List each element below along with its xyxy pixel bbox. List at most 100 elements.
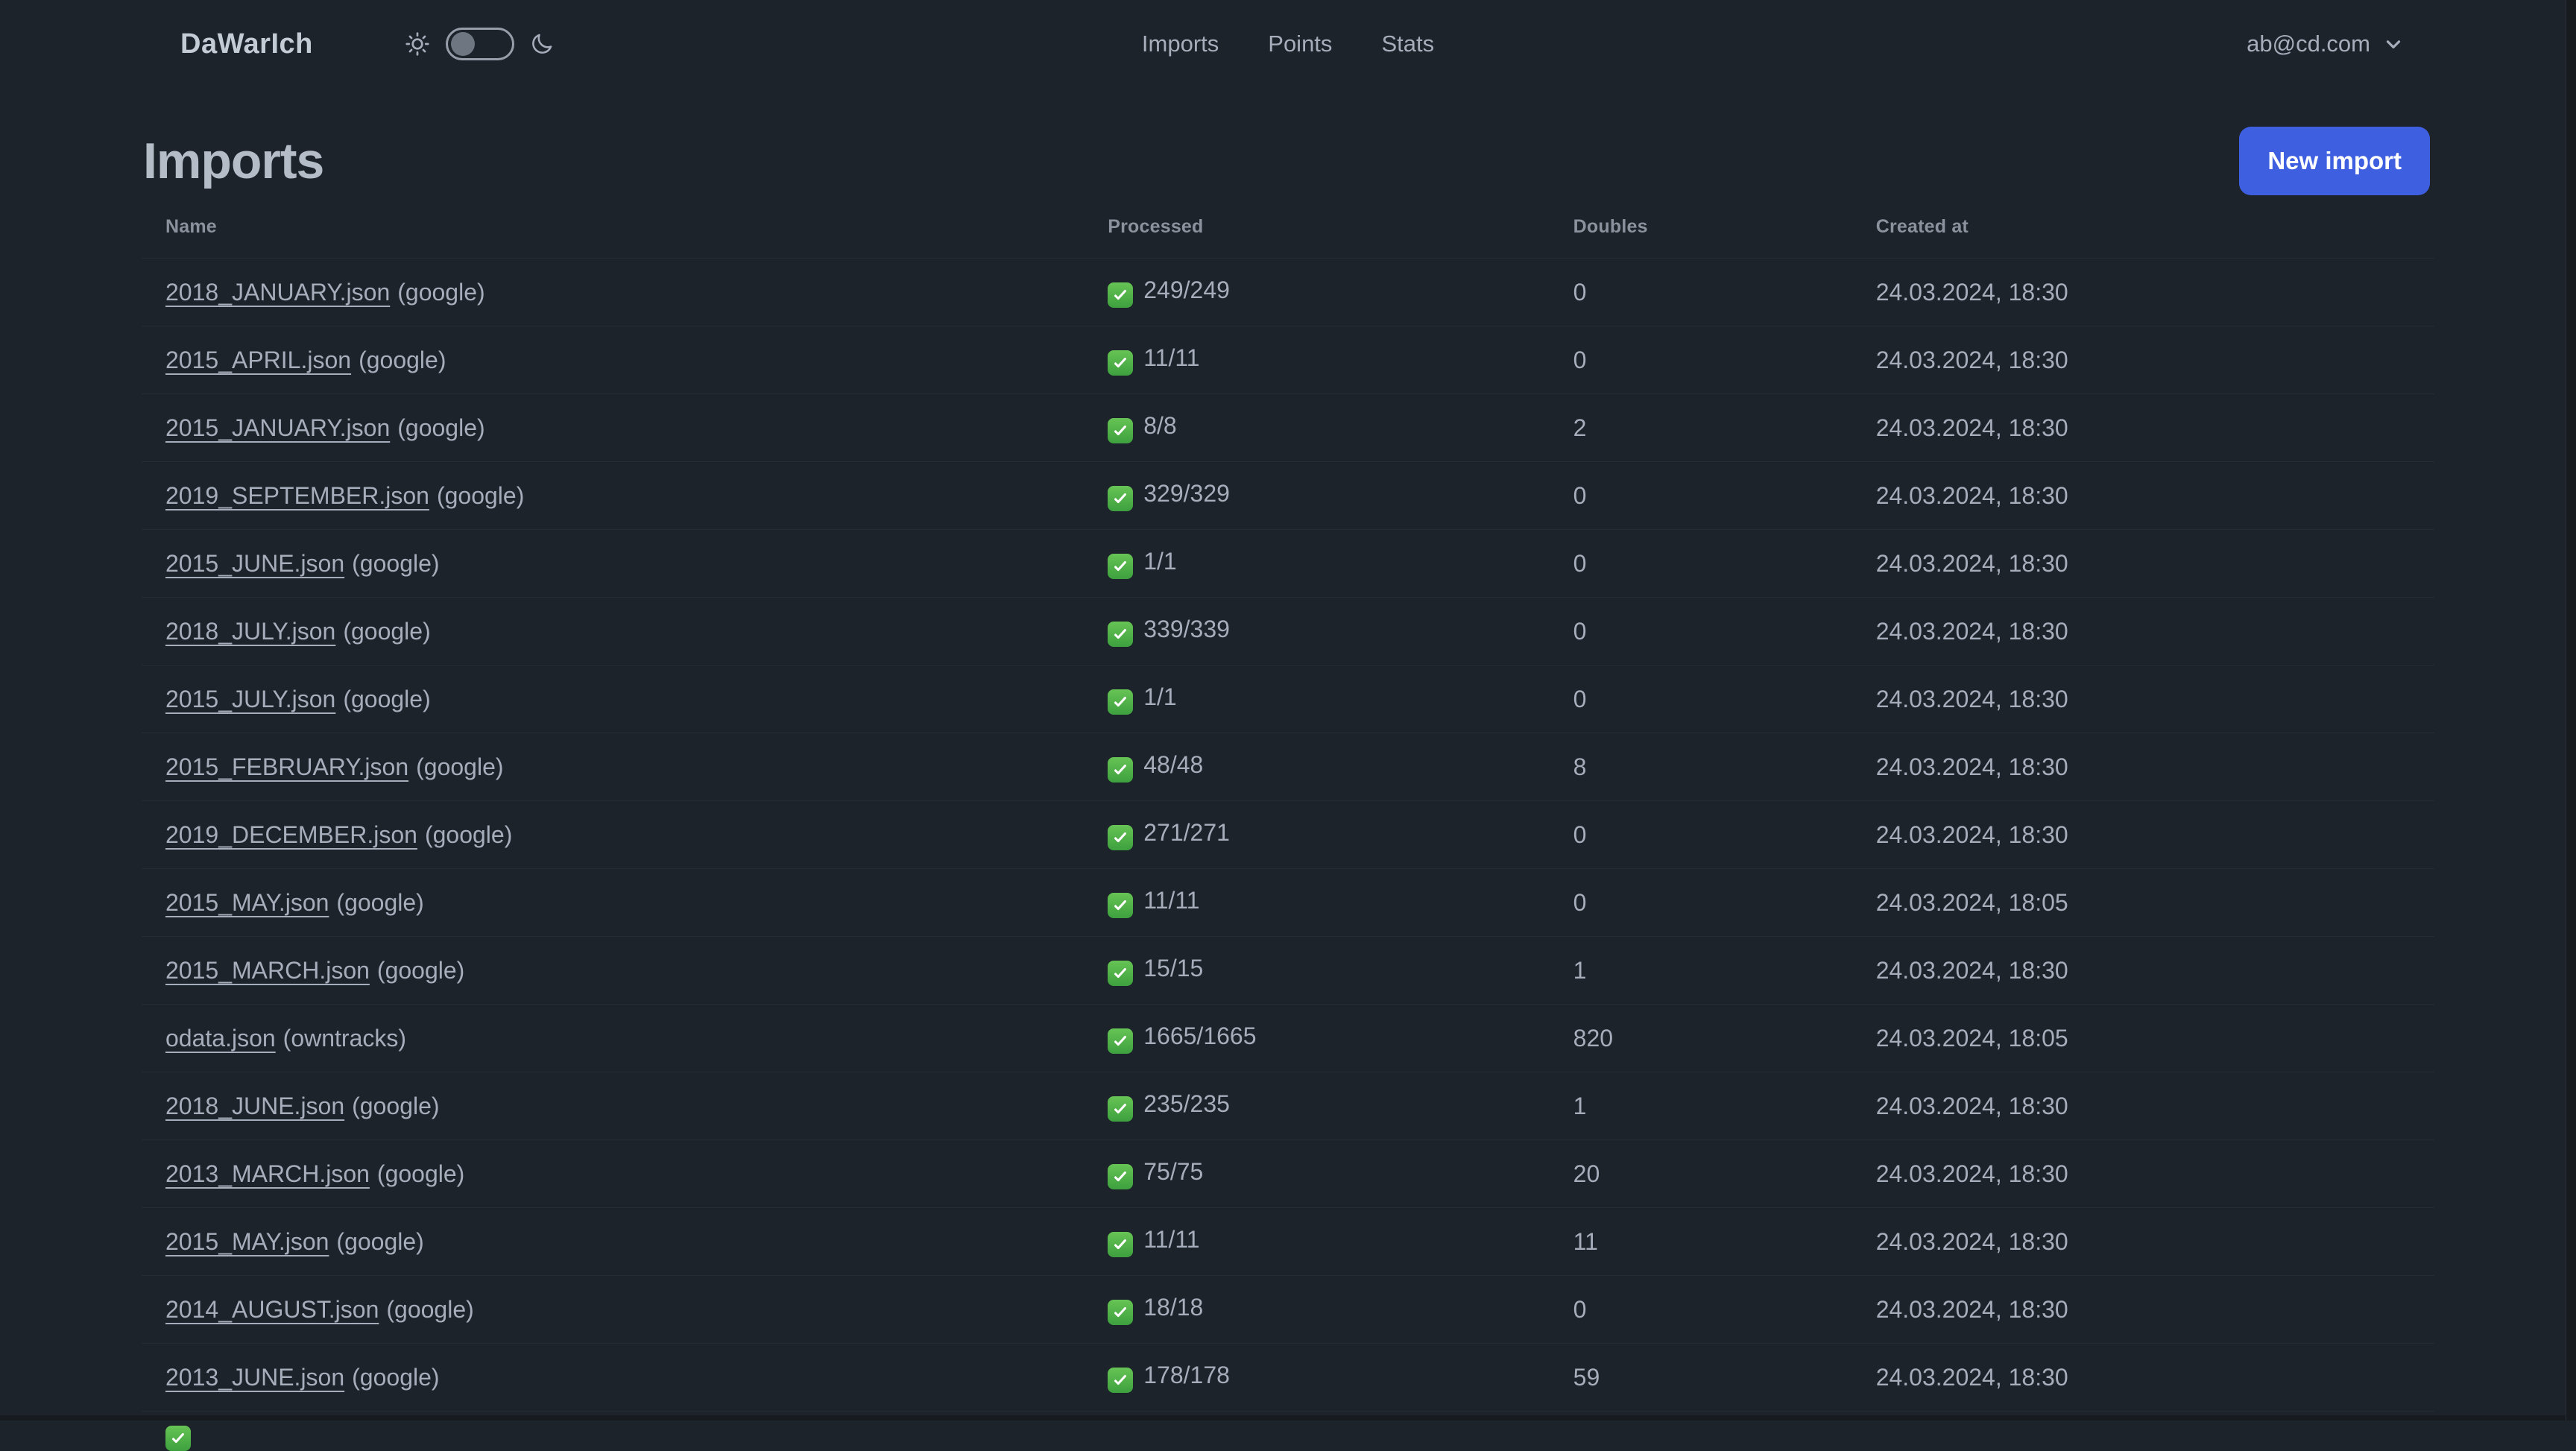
- import-name-cell: 2015_MARCH.json (google): [142, 936, 1085, 1005]
- created-at-cell: 24.03.2024, 18:30: [1852, 936, 2434, 1005]
- created-at-cell: 24.03.2024, 18:30: [1852, 326, 2434, 394]
- doubles-cell: 1: [1549, 936, 1852, 1005]
- processed-count: 235/235: [1143, 1090, 1230, 1117]
- check-icon: [1108, 1164, 1134, 1189]
- import-file-link[interactable]: 2013_MARCH.json: [165, 1160, 370, 1187]
- app-logo[interactable]: DaWarIch: [180, 28, 313, 60]
- processed-count: 48/48: [1143, 751, 1204, 778]
- import-source: (owntracks): [282, 1024, 407, 1052]
- table-row: 2015_JUNE.json (google) 1/1 0 24.03.2024, 18…: [142, 529, 2434, 598]
- check-icon: [1108, 350, 1134, 376]
- navbar: DaWarIch Imports Points Stats ab@cd.com: [0, 0, 2576, 88]
- scrollbar[interactable]: [2566, 0, 2576, 1420]
- doubles-cell: 0: [1549, 665, 1852, 733]
- import-file-link[interactable]: 2015_JULY.json: [165, 686, 335, 712]
- doubles-cell: 20: [1549, 1139, 1852, 1208]
- import-source: (google): [359, 346, 446, 373]
- doubles-cell: 59: [1549, 1343, 1852, 1411]
- processed-cell: 75/75: [1084, 1139, 1550, 1208]
- created-at-cell: 24.03.2024, 18:05: [1852, 868, 2434, 937]
- doubles-cell: 1: [1549, 1072, 1852, 1140]
- processed-cell: 8/8: [1084, 393, 1550, 462]
- processed-count: 1/1: [1143, 548, 1177, 575]
- table-row: 2018_JANUARY.json (google) 249/249 0 24.03.2…: [142, 258, 2434, 326]
- processed-cell: 15/15: [1084, 936, 1550, 1005]
- check-icon: [1108, 1300, 1134, 1325]
- import-name-cell: 2015_JULY.json (google): [142, 665, 1085, 733]
- nav-item-points[interactable]: Points: [1268, 31, 1332, 57]
- processed-cell: 178/178: [1084, 1343, 1550, 1411]
- import-source: (google): [386, 1295, 474, 1323]
- table-row: 2015_JULY.json (google) 1/1 0 24.03.2024, 18…: [142, 665, 2434, 733]
- processed-cell: 1/1: [1084, 665, 1550, 733]
- import-file-link[interactable]: 2019_SEPTEMBER.json: [165, 482, 429, 509]
- table-row: 2013_JUNE.json (google) 178/178 59 24.03.202…: [142, 1343, 2434, 1411]
- doubles-cell: 0: [1549, 326, 1852, 394]
- import-file-link[interactable]: 2019_DECEMBER.json: [165, 821, 417, 848]
- import-file-link[interactable]: 2015_MAY.json: [165, 1228, 329, 1255]
- import-source: (google): [336, 1227, 424, 1255]
- import-file-link[interactable]: 2015_JUNE.json: [165, 550, 344, 577]
- check-icon: [1108, 1232, 1134, 1257]
- check-icon: [1108, 961, 1134, 986]
- nav-item-imports[interactable]: Imports: [1142, 31, 1219, 57]
- import-file-link[interactable]: 2015_JANUARY.json: [165, 414, 390, 441]
- column-header-doubles: Doubles: [1573, 215, 1648, 237]
- table-row: 2015_FEBRUARY.json (google) 48/48 8 24.03.20…: [142, 733, 2434, 801]
- created-at-cell: 24.03.2024, 18:30: [1852, 461, 2434, 530]
- created-at-cell: 24.03.2024, 18:30: [1852, 1275, 2434, 1344]
- nav-item-stats[interactable]: Stats: [1381, 31, 1434, 57]
- theme-toggle[interactable]: [404, 28, 555, 60]
- main-nav: Imports Points Stats: [1142, 0, 1434, 88]
- processed-cell: 1665/1665: [1084, 1004, 1550, 1072]
- import-source: (google): [436, 481, 525, 509]
- processed-count: 1/1: [1143, 683, 1177, 710]
- window-bottom-edge: [0, 1415, 2576, 1420]
- theme-toggle-switch[interactable]: [445, 28, 514, 60]
- import-name-cell: 2015_JUNE.json (google): [142, 529, 1085, 598]
- import-name-cell: 2015_MAY.json (google): [142, 1207, 1085, 1276]
- doubles-cell: 0: [1549, 461, 1852, 530]
- import-file-link[interactable]: 2018_JULY.json: [165, 618, 335, 645]
- import-name-cell: 2015_JANUARY.json (google): [142, 393, 1085, 462]
- doubles-cell: 0: [1549, 597, 1852, 666]
- account-menu[interactable]: ab@cd.com: [2247, 31, 2405, 57]
- import-file-link[interactable]: 2015_MARCH.json: [165, 957, 370, 984]
- import-file-link[interactable]: odata.json: [165, 1025, 276, 1052]
- processed-count: 75/75: [1143, 1158, 1204, 1185]
- import-file-link[interactable]: 2015_MAY.json: [165, 889, 329, 916]
- import-source: (google): [397, 278, 485, 306]
- sun-icon: [404, 31, 431, 57]
- import-source: (google): [343, 685, 431, 712]
- doubles-cell: 0: [1549, 800, 1852, 869]
- import-file-link[interactable]: 2018_JUNE.json: [165, 1093, 344, 1119]
- created-at-cell: 24.03.2024, 18:30: [1852, 1139, 2434, 1208]
- column-header-created-at: Created at: [1875, 215, 1969, 237]
- new-import-button[interactable]: New import: [2239, 127, 2430, 195]
- processed-count: 271/271: [1143, 819, 1230, 846]
- import-file-link[interactable]: 2014_AUGUST.json: [165, 1296, 379, 1323]
- import-file-link[interactable]: 2013_JUNE.json: [165, 1364, 344, 1391]
- created-at-cell: 24.03.2024, 18:30: [1852, 733, 2434, 801]
- import-name-cell: 2015_MAY.json (google): [142, 868, 1085, 937]
- column-header-name: Name: [165, 215, 217, 237]
- doubles-cell: 11: [1549, 1207, 1852, 1276]
- doubles-cell: 820: [1549, 1004, 1852, 1072]
- processed-count: 178/178: [1143, 1362, 1230, 1388]
- import-name-cell: 2018_JANUARY.json (google): [142, 258, 1085, 326]
- import-name-cell: 2013_JUNE.json (google): [142, 1343, 1085, 1411]
- created-at-cell: 24.03.2024, 18:30: [1852, 1343, 2434, 1411]
- processed-count: 329/329: [1143, 480, 1230, 507]
- doubles-cell: 8: [1549, 733, 1852, 801]
- created-at-cell: 24.03.2024, 18:30: [1852, 665, 2434, 733]
- table-row: 2019_DECEMBER.json (google) 271/271 0 24.03.…: [142, 800, 2434, 869]
- created-at-cell: 24.03.2024, 18:30: [1852, 258, 2434, 326]
- import-name-cell: 2018_JULY.json (google): [142, 597, 1085, 666]
- import-name-cell: odata.json (owntracks): [142, 1004, 1085, 1072]
- processed-cell: 339/339: [1084, 597, 1550, 666]
- import-file-link[interactable]: 2015_FEBRUARY.json: [165, 753, 408, 780]
- import-file-link[interactable]: 2015_APRIL.json: [165, 347, 351, 373]
- import-file-link[interactable]: 2018_JANUARY.json: [165, 279, 390, 306]
- table-row: 2014_AUGUST.json (google) 18/18 0 24.03.2024…: [142, 1275, 2434, 1344]
- import-source: (google): [352, 1092, 440, 1119]
